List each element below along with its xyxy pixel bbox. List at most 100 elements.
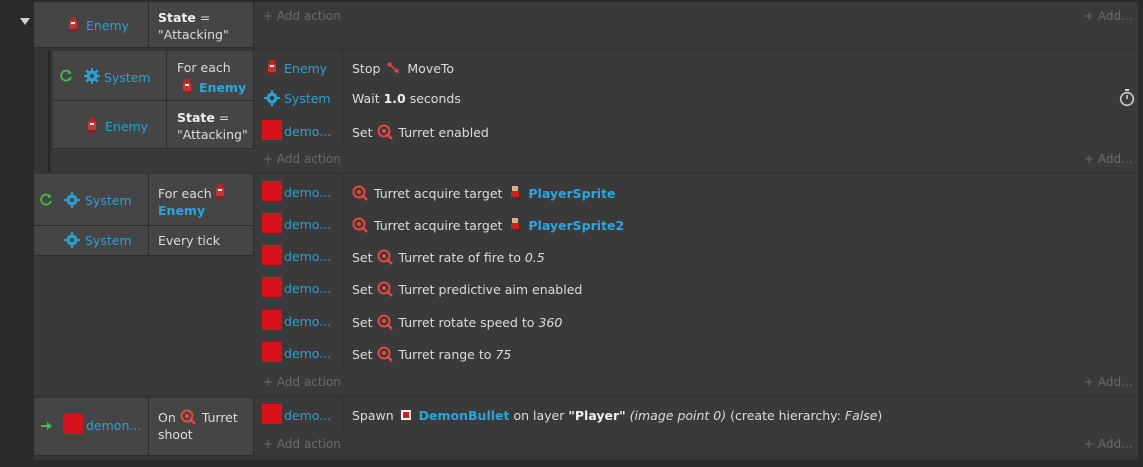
subevent-add-right[interactable]: + Add... bbox=[1084, 152, 1133, 166]
stopwatch-icon bbox=[1119, 89, 1135, 110]
sub-action-1-behavior: MoveTo bbox=[407, 61, 455, 76]
subevent-cond-2-text: State = "Attacking" bbox=[177, 109, 248, 143]
loop-icon bbox=[40, 193, 53, 209]
event-2-add-right[interactable]: + Add... bbox=[1084, 375, 1133, 389]
sub-action-2-object[interactable]: System bbox=[284, 91, 331, 106]
event-2-cond-2-text: Every tick bbox=[158, 233, 220, 248]
loop-icon bbox=[60, 69, 73, 85]
moveto-icon bbox=[387, 62, 403, 74]
subevent-cond-1-text: For each bbox=[177, 60, 231, 75]
gear-icon bbox=[84, 68, 100, 87]
e2-action-3-text[interactable]: Set Turret rate of fire to 0.5 bbox=[352, 249, 545, 265]
e2-action-6-text[interactable]: Set Turret range to 75 bbox=[352, 346, 511, 362]
e2-action-1-desc: acquire target bbox=[414, 186, 503, 201]
event-3-cond-behavior: Turret bbox=[201, 410, 238, 425]
event-2-cond-filler bbox=[34, 256, 254, 395]
event-3-actions bbox=[254, 398, 1138, 456]
event-3-add-right[interactable]: + Add... bbox=[1084, 437, 1133, 451]
e2-action-5-object[interactable]: demo... bbox=[284, 314, 331, 329]
e2-action-4-behavior: Turret bbox=[398, 282, 435, 297]
event-1-add-action[interactable]: + Add action bbox=[263, 9, 341, 23]
sub-action-3-suffix: enabled bbox=[438, 125, 489, 140]
e2-action-2-behavior: Turret bbox=[373, 218, 411, 233]
event-3-add-action[interactable]: + Add action bbox=[263, 437, 341, 451]
e2-action-1-target: PlayerSprite bbox=[528, 186, 616, 201]
subevent-cond-1-target: Enemy bbox=[199, 80, 247, 95]
e3-action-hierarchy-prefix: (create hierarchy: bbox=[730, 408, 841, 423]
e2-action-6-object[interactable]: demo... bbox=[284, 346, 331, 361]
event-1-cond-divider bbox=[148, 2, 149, 48]
sub-action-3-object[interactable]: demo... bbox=[284, 124, 331, 139]
event-2-cond-1-object: System bbox=[85, 193, 132, 208]
e3-action-image-point: (image point 0) bbox=[629, 408, 727, 423]
subevent-add-action[interactable]: + Add action bbox=[263, 152, 341, 166]
subevent-cond-2-object: Enemy bbox=[105, 119, 149, 134]
turret-icon bbox=[377, 124, 395, 140]
event-2-add-action[interactable]: + Add action bbox=[263, 375, 341, 389]
e2-action-5-verb: Set bbox=[352, 315, 373, 330]
enemy-sprite-icon bbox=[182, 79, 192, 97]
e3-action-object[interactable]: demo... bbox=[284, 408, 331, 423]
event-1-add-right[interactable]: + Add... bbox=[1084, 9, 1133, 23]
demon-sprite-icon bbox=[262, 181, 282, 201]
gear-icon bbox=[64, 192, 80, 211]
demon-sprite-icon bbox=[262, 120, 282, 140]
e2-action-3-desc: rate of fire to bbox=[438, 250, 521, 265]
sub-action-2-verb: Wait bbox=[352, 91, 380, 106]
sub-action-2-text[interactable]: Wait 1.0 seconds bbox=[352, 91, 461, 106]
e3-action-on-layer: on layer bbox=[513, 408, 565, 423]
sub-action-1-object[interactable]: Enemy bbox=[284, 61, 327, 76]
e2-action-4-object[interactable]: demo... bbox=[284, 281, 331, 296]
gear-icon bbox=[64, 232, 80, 251]
e2-action-3-verb: Set bbox=[352, 250, 373, 265]
turret-icon bbox=[352, 185, 370, 201]
subevent-cond-1-object: System bbox=[104, 70, 151, 85]
e2-action-3-behavior: Turret bbox=[398, 250, 435, 265]
event-2-actions-divider bbox=[342, 174, 343, 370]
demon-sprite-icon bbox=[63, 414, 83, 434]
sub-action-3-behavior: Turret bbox=[398, 125, 435, 140]
e2-action-2-object[interactable]: demo... bbox=[284, 217, 331, 232]
turret-icon bbox=[377, 314, 395, 330]
collapse-toggle-icon[interactable] bbox=[20, 18, 30, 25]
e2-action-6-value: 75 bbox=[495, 347, 512, 362]
player-sprite-icon bbox=[510, 186, 524, 200]
sub-action-3-verb: Set bbox=[352, 125, 373, 140]
event-3-cond-object: demon... bbox=[86, 418, 142, 433]
e2-action-4-verb: Set bbox=[352, 282, 373, 297]
e2-action-6-behavior: Turret bbox=[398, 347, 435, 362]
event-1-cond-text: State = "Attacking" bbox=[158, 9, 229, 43]
demon-sprite-icon bbox=[262, 310, 282, 330]
event-2-cond-1-divider bbox=[148, 174, 149, 226]
event-1-actions-empty bbox=[254, 2, 1138, 48]
e2-action-5-behavior: Turret bbox=[398, 315, 435, 330]
event-3-cond-shoot: shoot bbox=[158, 427, 193, 442]
e3-action-text[interactable]: Spawn DemonBullet on layer "Player" (ima… bbox=[352, 408, 882, 423]
scrollbar-track[interactable] bbox=[1138, 0, 1143, 467]
event-sheet-gutter bbox=[0, 0, 34, 467]
event-3-actions-divider bbox=[342, 398, 343, 432]
enemy-sprite-icon bbox=[68, 17, 78, 35]
sub-action-3-text[interactable]: Set Turret enabled bbox=[352, 124, 489, 140]
turret-icon bbox=[377, 249, 395, 265]
e2-action-5-value: 360 bbox=[538, 315, 563, 330]
e2-action-2-text[interactable]: Turret acquire target PlayerSprite2 bbox=[352, 217, 624, 233]
enemy-sprite-icon bbox=[87, 118, 97, 136]
e2-action-1-text[interactable]: Turret acquire target PlayerSprite bbox=[352, 185, 616, 201]
e2-action-1-object[interactable]: demo... bbox=[284, 185, 331, 200]
e2-action-4-text[interactable]: Set Turret predictive aim enabled bbox=[352, 281, 582, 297]
subevent-cond-2-eq: = bbox=[214, 110, 230, 125]
e3-action-target: DemonBullet bbox=[418, 408, 510, 423]
event-1-cond-value: "Attacking" bbox=[158, 27, 229, 42]
e2-action-5-text[interactable]: Set Turret rotate speed to 360 bbox=[352, 314, 562, 330]
sub-action-1-text[interactable]: Stop MoveTo bbox=[352, 61, 454, 76]
subevent-actions-divider bbox=[342, 51, 343, 147]
demon-sprite-icon bbox=[262, 404, 282, 424]
subevent-cond-2-state: State bbox=[177, 110, 215, 125]
subevent-cond-2-divider bbox=[166, 101, 167, 149]
e2-action-3-object[interactable]: demo... bbox=[284, 249, 331, 264]
demon-sprite-icon bbox=[262, 213, 282, 233]
e3-action-layer: "Player" bbox=[568, 408, 626, 423]
demon-sprite-icon bbox=[262, 342, 282, 362]
event-1-cond-eq: = bbox=[195, 10, 211, 25]
